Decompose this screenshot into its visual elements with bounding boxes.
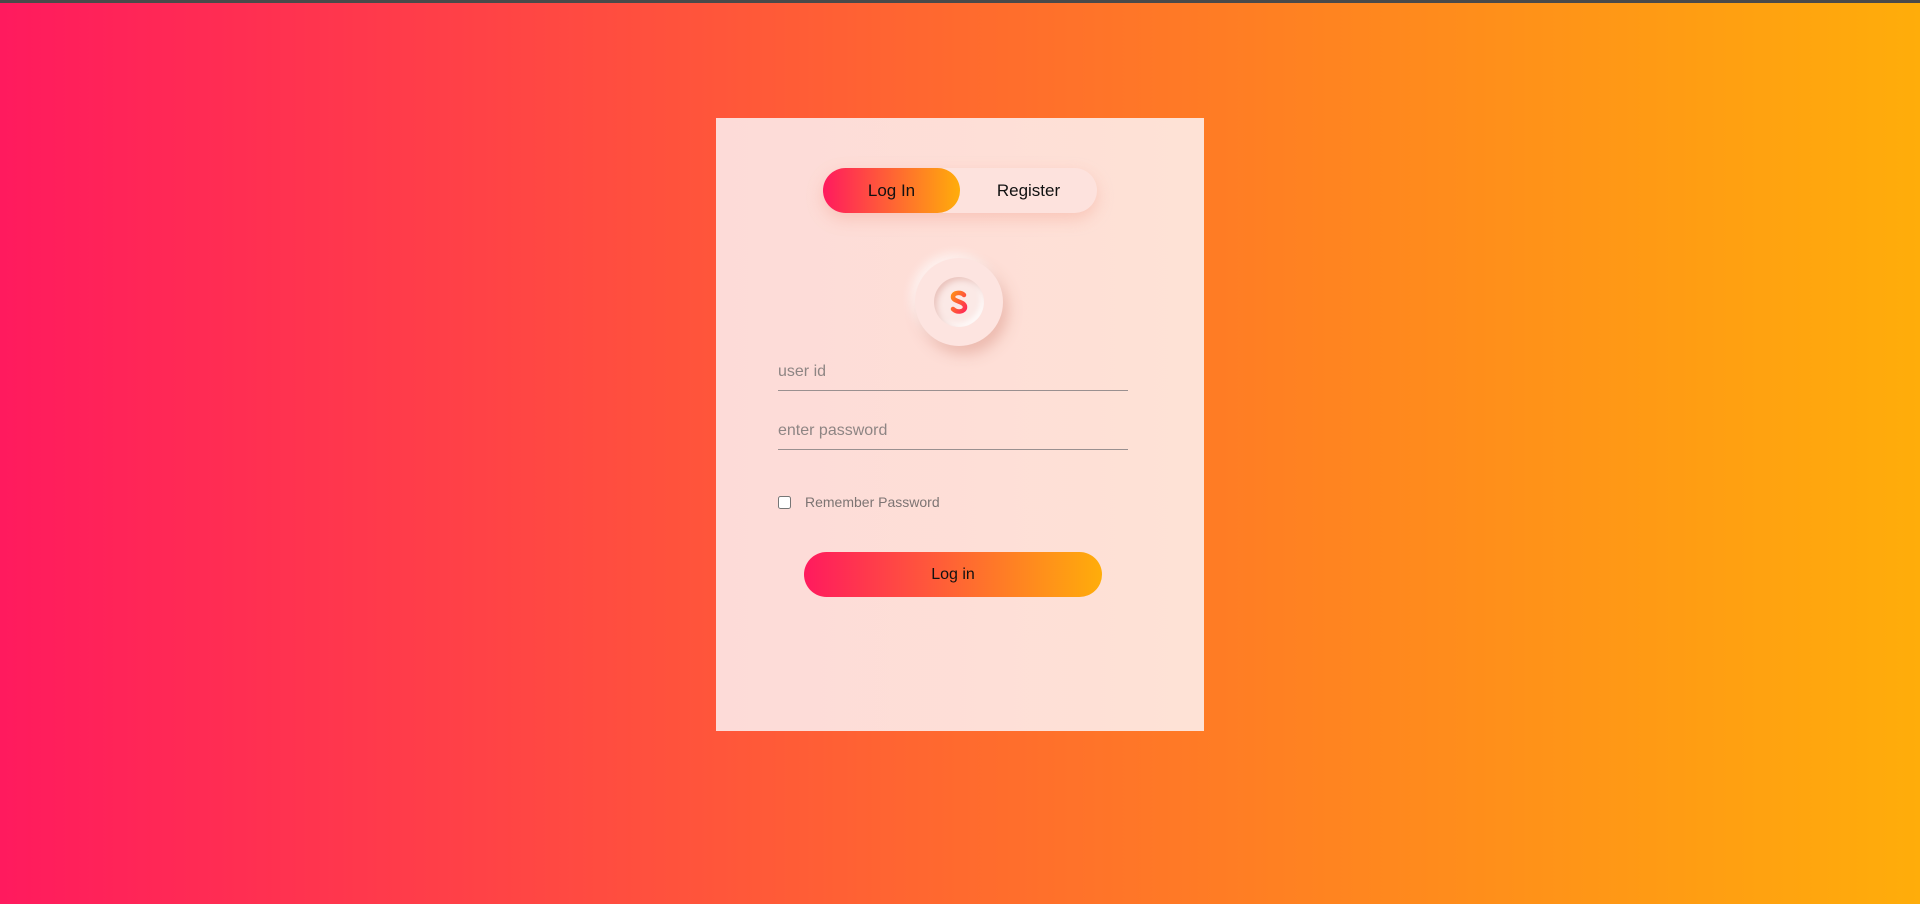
auth-tab-switcher: Log In Register xyxy=(823,168,1097,213)
user-id-input[interactable] xyxy=(778,354,1128,390)
password-input[interactable] xyxy=(778,413,1128,449)
password-field xyxy=(778,413,1128,450)
tab-register[interactable]: Register xyxy=(960,168,1097,213)
logo-badge xyxy=(915,258,1003,346)
logo-inner-circle xyxy=(934,277,984,327)
user-id-field xyxy=(778,354,1128,391)
remember-password-row: Remember Password xyxy=(778,494,940,510)
login-button[interactable]: Log in xyxy=(804,552,1102,597)
tab-login[interactable]: Log In xyxy=(823,168,960,213)
remember-password-label: Remember Password xyxy=(805,494,940,510)
s-logo-icon xyxy=(950,290,968,314)
login-card: Log In Register Remember Password Log in xyxy=(716,118,1204,731)
top-border-line xyxy=(0,0,1920,3)
remember-password-checkbox[interactable] xyxy=(778,495,791,509)
